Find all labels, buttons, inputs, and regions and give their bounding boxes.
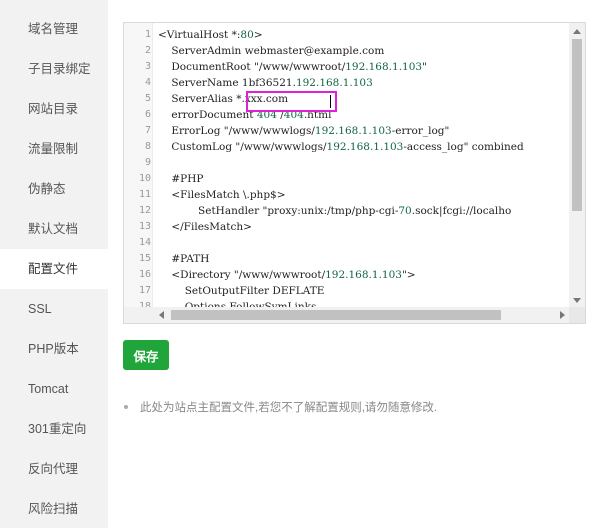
- sidebar: 域名管理 子目录绑定 网站目录 流量限制 伪静态 默认文档 配置文件 SSL P…: [0, 0, 108, 528]
- horizontal-scroll-thumb[interactable]: [171, 310, 501, 320]
- code-line: <VirtualHost *:80>: [158, 29, 263, 41]
- sidebar-item-risk-scan[interactable]: 风险扫描: [0, 489, 108, 528]
- code-line: </FilesMatch>: [158, 221, 252, 233]
- bullet-dot-icon: [124, 404, 128, 409]
- config-tip: 此处为站点主配置文件,若您不了解配置规则,请勿随意修改.: [124, 399, 437, 415]
- vertical-scrollbar[interactable]: [569, 23, 585, 309]
- code-line: SetHandler "proxy:unix:/tmp/php-cgi-70.s…: [158, 205, 512, 217]
- save-button[interactable]: 保存: [123, 340, 169, 370]
- config-editor[interactable]: 1 2 3 4 5 6 7 8 9 10 11 12 13 14 15 16 1…: [123, 22, 586, 324]
- highlight-annotation-box: [246, 91, 337, 112]
- scrollbar-corner: [569, 307, 585, 323]
- sidebar-item-ssl[interactable]: SSL: [0, 289, 108, 329]
- sidebar-item-reverse-proxy[interactable]: 反向代理: [0, 449, 108, 489]
- code-line: #PHP: [158, 173, 204, 185]
- line-number: 10: [138, 173, 151, 184]
- sidebar-item-default-document[interactable]: 默认文档: [0, 209, 108, 249]
- sidebar-item-site-directory[interactable]: 网站目录: [0, 89, 108, 129]
- line-number: 8: [144, 141, 151, 152]
- code-line: <FilesMatch \.php$>: [158, 189, 286, 201]
- line-number: 5: [144, 93, 151, 104]
- sidebar-item-traffic-limit[interactable]: 流量限制: [0, 129, 108, 169]
- code-line: DocumentRoot "/www/wwwroot/192.168.1.103…: [158, 61, 427, 73]
- line-number: 3: [144, 61, 151, 72]
- sidebar-item-domain-management[interactable]: 域名管理: [0, 9, 108, 49]
- main-panel: 1 2 3 4 5 6 7 8 9 10 11 12 13 14 15 16 1…: [108, 0, 610, 528]
- line-number: 17: [138, 285, 151, 296]
- line-number: 16: [138, 269, 151, 280]
- line-number-gutter: 1 2 3 4 5 6 7 8 9 10 11 12 13 14 15 16 1…: [124, 23, 153, 312]
- sidebar-item-php-version[interactable]: PHP版本: [0, 329, 108, 369]
- code-line: CustomLog "/www/wwwlogs/192.168.1.103-ac…: [158, 141, 524, 153]
- sidebar-item-301-redirect[interactable]: 301重定向: [0, 409, 108, 449]
- line-number: 2: [144, 45, 151, 56]
- line-number: 11: [138, 189, 151, 200]
- scroll-left-arrow-icon[interactable]: [159, 311, 164, 319]
- line-number: 4: [144, 77, 151, 88]
- sidebar-item-subdirectory-binding[interactable]: 子目录绑定: [0, 49, 108, 89]
- horizontal-scrollbar[interactable]: [124, 307, 571, 323]
- line-number: 15: [138, 253, 151, 264]
- scroll-right-arrow-icon[interactable]: [560, 311, 565, 319]
- line-number: 12: [138, 205, 151, 216]
- line-number: 13: [138, 221, 151, 232]
- sidebar-item-tomcat[interactable]: Tomcat: [0, 369, 108, 409]
- scroll-down-arrow-icon[interactable]: [573, 298, 581, 303]
- code-line: ServerName 1bf36521.192.168.1.103: [158, 77, 373, 89]
- sidebar-item-config-file[interactable]: 配置文件: [0, 249, 108, 289]
- line-number: 1: [144, 29, 151, 40]
- code-line: <Directory "/www/wwwroot/192.168.1.103">: [158, 269, 416, 281]
- line-number: 7: [144, 125, 151, 136]
- text-cursor: [330, 95, 331, 108]
- code-line: SetOutputFilter DEFLATE: [158, 285, 325, 297]
- line-number: 6: [144, 109, 151, 120]
- sidebar-item-rewrite[interactable]: 伪静态: [0, 169, 108, 209]
- config-tip-text: 此处为站点主配置文件,若您不了解配置规则,请勿随意修改.: [140, 402, 438, 414]
- vertical-scroll-thumb[interactable]: [572, 39, 582, 211]
- line-number: 14: [138, 237, 151, 248]
- scroll-up-arrow-icon[interactable]: [573, 29, 581, 34]
- code-area[interactable]: <VirtualHost *:80> ServerAdmin webmaster…: [158, 23, 570, 309]
- code-line: #PATH: [158, 253, 210, 265]
- code-line: ServerAdmin webmaster@example.com: [158, 45, 385, 57]
- line-number: 9: [144, 157, 151, 168]
- code-line: ErrorLog "/www/wwwlogs/192.168.1.103-err…: [158, 125, 450, 137]
